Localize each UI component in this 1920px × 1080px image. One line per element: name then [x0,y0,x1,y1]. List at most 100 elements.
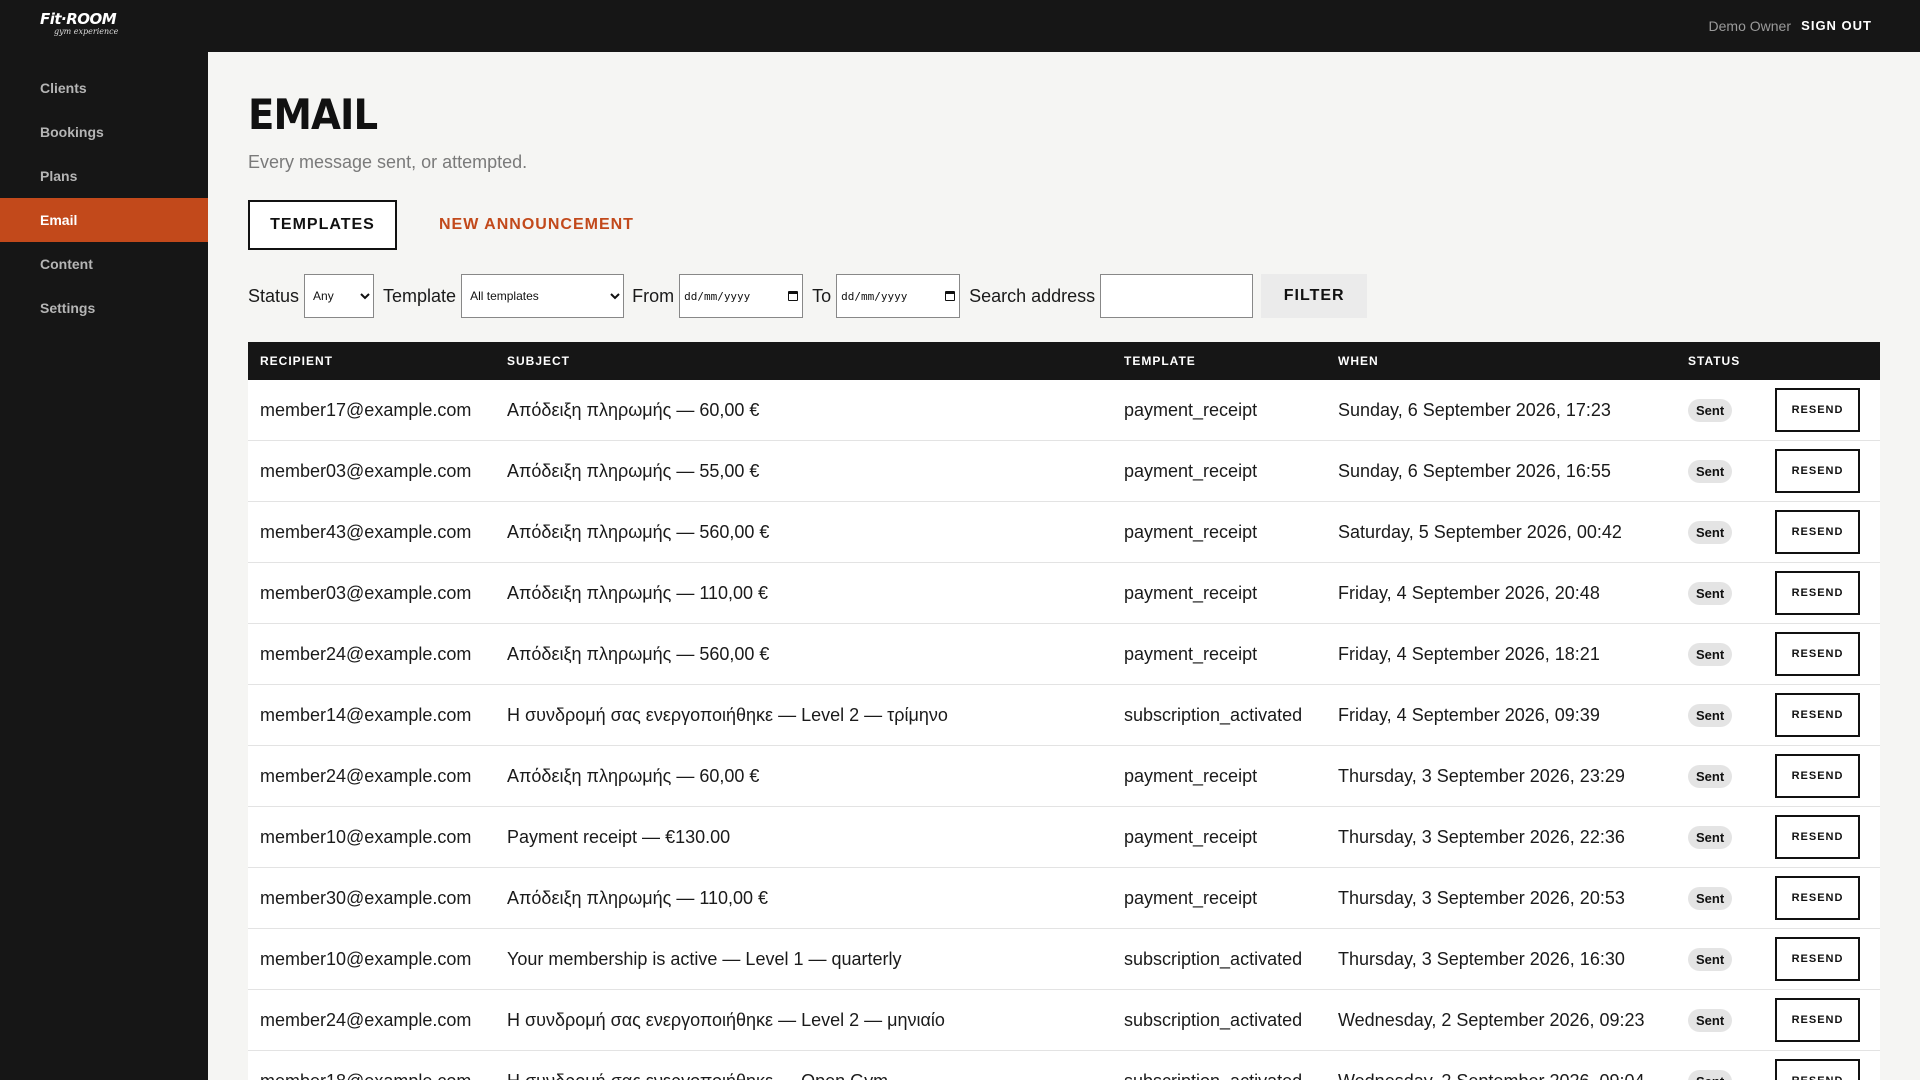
table-row[interactable]: member24@example.com Απόδειξη πληρωμής — … [248,624,1880,685]
recipient-cell: member17@example.com [260,399,472,420]
status-cell: Sent [1676,947,1772,971]
to-date-placeholder: dd/mm/yyyy [841,289,908,303]
subject-cell: Απόδειξη πληρωμής — 560,00 € [507,521,770,542]
recipient-cell: member03@example.com [260,582,472,603]
column-header-template[interactable]: TEMPLATE [1112,354,1326,368]
brand-logo-text: Fit·ROOM [40,10,117,28]
column-header-recipient[interactable]: RECIPIENT [248,354,495,368]
table-row[interactable]: member24@example.com Απόδειξη πληρωμής — … [248,746,1880,807]
template-cell: subscription_activated [1124,1009,1303,1030]
table-row[interactable]: member10@example.com Payment receipt — €1… [248,807,1880,868]
actions-cell: RESEND [1772,388,1880,432]
when-cell: Saturday, 5 September 2026, 00:42 [1338,521,1622,542]
calendar-icon[interactable] [788,291,799,301]
column-header-when[interactable]: WHEN [1326,354,1676,368]
subject-cell: Your membership is active — Level 1 — qu… [507,948,902,969]
subject-cell: Η συνδρομή σας ενεργοποιήθηκε — Level 2 … [507,1009,945,1030]
template-filter-select[interactable]: All templates [461,274,625,318]
status-filter-label: Status [248,285,300,306]
table-row[interactable]: member18@example.comΗ συνδρομή σας ενεργ… [248,1051,1880,1080]
when-cell: Wednesday, 2 September 2026, 09:04 [1326,1071,1676,1080]
sidebar-item-content[interactable]: Content [0,242,208,286]
resend-button[interactable]: RESEND [1775,632,1860,676]
actions-cell: RESEND [1772,693,1880,737]
status-cell: Sent [1676,886,1772,910]
filter-bar: Status Any Template All templates From d… [248,274,1880,318]
resend-button[interactable]: RESEND [1775,510,1860,554]
calendar-icon[interactable] [945,291,956,301]
template-cell: payment_receipt [1124,826,1258,847]
resend-button[interactable]: RESEND [1775,571,1860,615]
column-header-status[interactable]: STATUS [1676,354,1772,368]
search-address-input[interactable] [1100,274,1254,318]
sidebar-item-settings[interactable]: Settings [0,286,208,330]
resend-button[interactable]: RESEND [1775,388,1860,432]
table-row[interactable]: member17@example.com Απόδειξη πληρωμής — … [248,380,1880,441]
template-cell: payment_receipt [1124,460,1258,481]
status-filter-select[interactable]: Any [304,274,375,318]
subject-cell: Απόδειξη πληρωμής — 60,00 € [507,399,760,420]
page-title: EMAIL [248,90,378,139]
sidebar-item-plans[interactable]: Plans [0,154,208,198]
resend-button[interactable]: RESEND [1775,876,1860,920]
actions-cell: RESEND [1772,876,1880,920]
template-cell: subscription_activated [1112,1071,1326,1080]
recipient-cell: member24@example.com [260,765,472,786]
resend-button[interactable]: RESEND [1775,815,1860,859]
table-row[interactable]: member43@example.com Απόδειξη πληρωμής — … [248,502,1880,563]
templates-button[interactable]: TEMPLATES [248,200,397,250]
when-cell: Thursday, 3 September 2026, 20:53 [1338,887,1625,908]
filter-button[interactable]: FILTER [1261,274,1368,318]
actions-cell: RESEND [1772,449,1880,493]
template-cell: payment_receipt [1124,399,1258,420]
table-row[interactable]: member03@example.com Απόδειξη πληρωμής — … [248,563,1880,624]
current-user-name: Demo Owner [1708,18,1791,34]
actions-cell: RESEND [1772,632,1880,676]
recipient-cell: member10@example.com [260,826,472,847]
main-content: EMAIL Every message sent, or attempted. … [248,52,1880,1080]
resend-button[interactable]: RESEND [1775,754,1860,798]
table-row[interactable]: member03@example.com Απόδειξη πληρωμής — … [248,441,1880,502]
resend-button[interactable]: RESEND [1775,1059,1860,1080]
when-cell: Sunday, 6 September 2026, 17:23 [1338,399,1611,420]
status-badge: Sent [1688,1008,1733,1032]
recipient-cell: member18@example.com [248,1071,495,1080]
top-bar: Fit·ROOM gym experience Demo Owner SIGN … [0,0,1920,52]
subject-cell: Απόδειξη πληρωμής — 110,00 € [507,887,769,908]
resend-button[interactable]: RESEND [1775,449,1860,493]
new-announcement-button[interactable]: NEW ANNOUNCEMENT [439,216,634,234]
resend-button[interactable]: RESEND [1775,693,1860,737]
table-row[interactable]: member30@example.com Απόδειξη πληρωμής — … [248,868,1880,929]
template-filter-label: Template [383,285,457,306]
sidebar-item-clients[interactable]: Clients [0,66,208,110]
resend-button[interactable]: RESEND [1775,998,1860,1042]
brand-logo[interactable]: Fit·ROOM gym experience [40,10,120,44]
column-header-subject[interactable]: SUBJECT [495,354,1112,368]
subject-cell: Απόδειξη πληρωμής — 55,00 € [507,460,760,481]
to-date-input[interactable]: dd/mm/yyyy [836,274,961,318]
resend-button[interactable]: RESEND [1775,937,1860,981]
actions-cell: RESEND [1772,510,1880,554]
subject-cell: Payment receipt — €130.00 [507,826,731,847]
template-cell: payment_receipt [1124,582,1258,603]
search-address-label: Search address [969,285,1096,306]
status-cell: Sent [1676,1008,1772,1032]
sidebar-item-bookings[interactable]: Bookings [0,110,208,154]
table-row[interactable]: member24@example.com Η συνδρομή σας ενεργ… [248,990,1880,1051]
recipient-cell: member10@example.com [260,948,472,969]
subject-cell: Απόδειξη πληρωμής — 110,00 € [507,582,769,603]
table-row[interactable]: member14@example.com Η συνδρομή σας ενεργ… [248,685,1880,746]
from-date-input[interactable]: dd/mm/yyyy [679,274,804,318]
to-date-label: To [812,285,832,306]
recipient-cell: member30@example.com [260,887,472,908]
sign-out-button[interactable]: SIGN OUT [1801,18,1872,33]
table-row[interactable]: member10@example.com Your membership is a… [248,929,1880,990]
status-cell: Sent [1676,642,1772,666]
status-badge: Sent [1688,764,1733,788]
page-actions: TEMPLATES NEW ANNOUNCEMENT [248,200,1880,250]
when-cell: Thursday, 3 September 2026, 16:30 [1338,948,1625,969]
sidebar-item-email[interactable]: Email [0,198,208,242]
email-log-table: RECIPIENT SUBJECT TEMPLATE WHEN STATUS m… [248,342,1880,1080]
sidebar: Clients Bookings Plans Email Content Settings [0,52,208,1080]
subject-cell: Η συνδρομή σας ενεργοποιήθηκε — Open Gym [495,1071,1112,1080]
